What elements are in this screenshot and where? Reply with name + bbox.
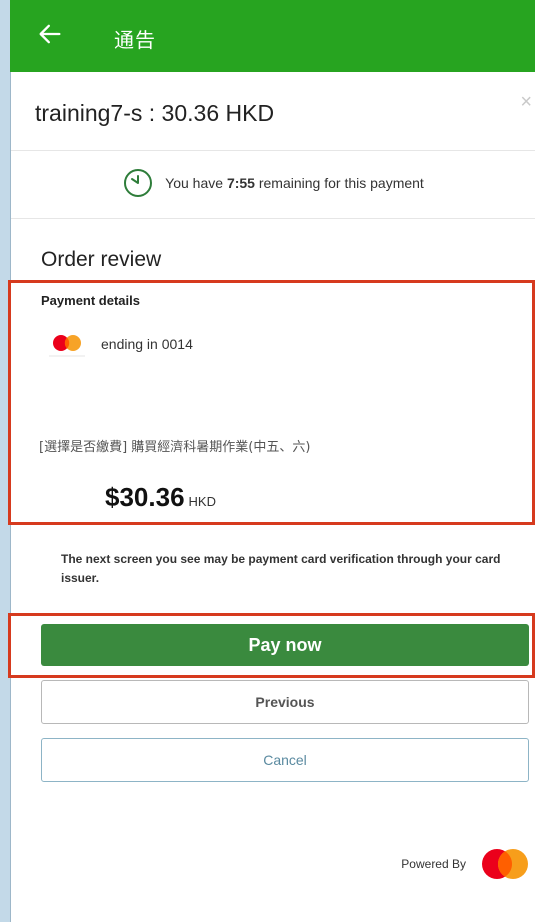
amount-value: $30.36 [105, 482, 185, 512]
card-row: ending in 0014 [45, 330, 193, 358]
close-icon[interactable]: × [520, 92, 532, 112]
verification-notice: The next screen you see may be payment c… [61, 552, 501, 585]
cancel-button[interactable]: Cancel [41, 738, 529, 782]
divider [11, 218, 535, 219]
arrow-left-icon[interactable] [36, 20, 64, 48]
clock-icon [124, 169, 153, 197]
order-amount: $30.36 HKD [105, 482, 216, 513]
timer-prefix: You have [165, 175, 227, 191]
item-description: [選擇是否繳費] 購買經濟科暑期作業(中五、六) [39, 440, 311, 455]
timer-value: 7:55 [226, 175, 255, 191]
timer-suffix: remaining for this payment [254, 175, 424, 191]
order-review-title: Order review [41, 248, 162, 271]
app-bar: 通告 [10, 0, 535, 72]
divider [11, 150, 535, 151]
payment-details-label: Payment details [41, 293, 140, 308]
app-title: 通告 [114, 28, 156, 52]
pay-now-button[interactable]: Pay now [41, 624, 529, 666]
page-title: training7-s : 30.36 HKD [35, 100, 275, 126]
previous-button[interactable]: Previous [41, 680, 529, 724]
mastercard-logo-icon [482, 849, 528, 879]
powered-by: Powered By [401, 846, 532, 882]
powered-by-label: Powered By [401, 857, 466, 871]
payment-timer: You have 7:55 remaining for this payment [11, 168, 535, 198]
card-ending-text: ending in 0014 [101, 336, 193, 352]
mastercard-icon [45, 330, 89, 358]
amount-currency: HKD [188, 494, 216, 509]
payment-panel: training7-s : 30.36 HKD × You have 7:55 … [10, 72, 535, 922]
